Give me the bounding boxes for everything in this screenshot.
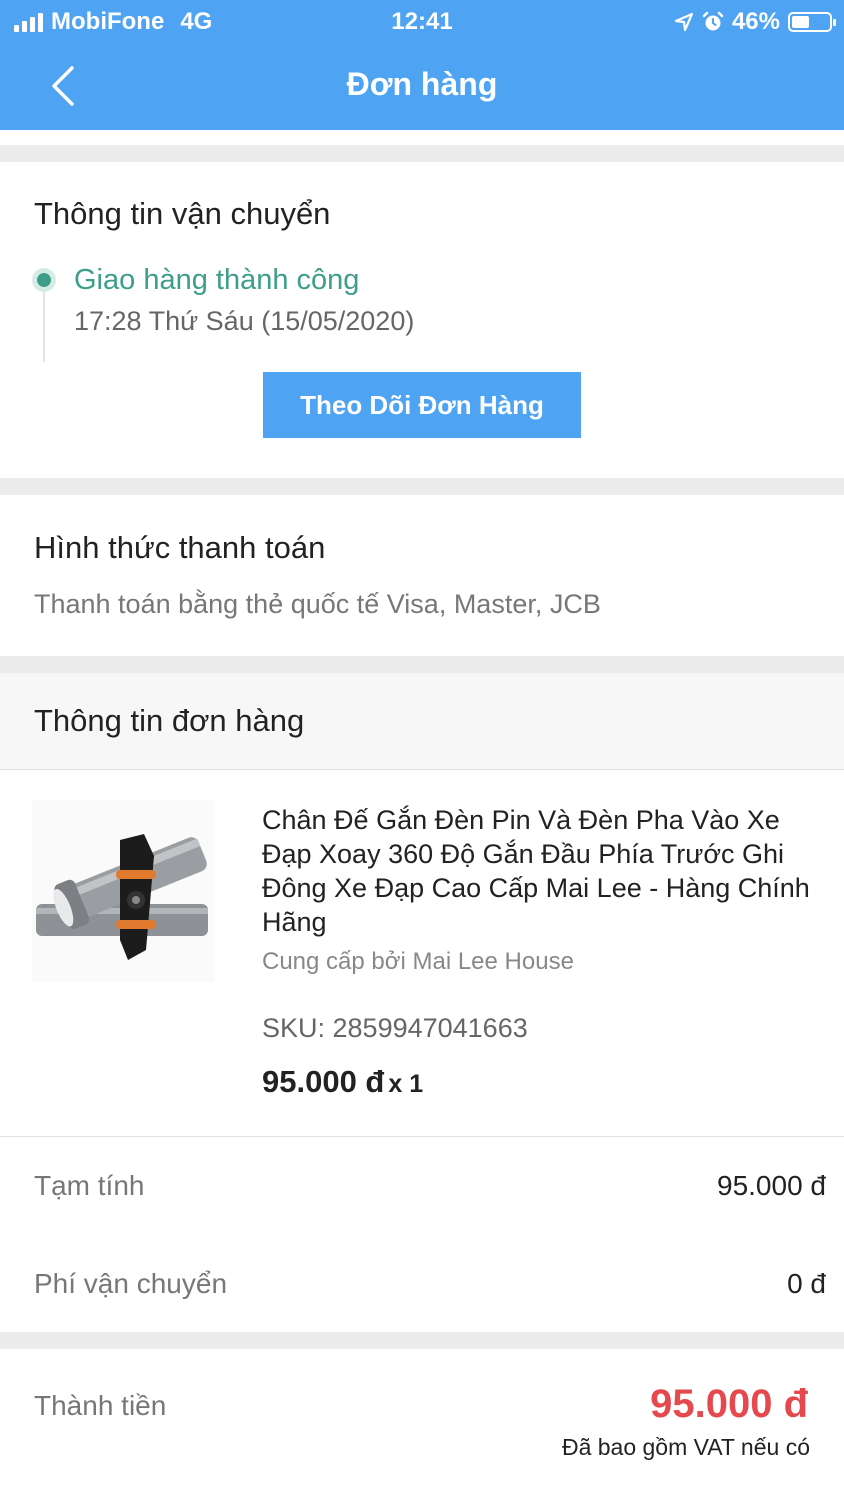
product-name[interactable]: Chân Đế Gắn Đèn Pin Và Đèn Pha Vào Xe Đạ… [262, 803, 834, 939]
navigation-bar: Đơn hàng [0, 42, 844, 130]
subtotal-value: 95.000 đ [717, 1170, 826, 1201]
product-sku: SKU: 2859947041663 [262, 1013, 528, 1043]
section-gap [0, 656, 844, 673]
order-section-header: Thông tin đơn hàng [0, 673, 844, 770]
product-quantity: x 1 [388, 1070, 424, 1098]
product-price-line: 95.000 đx 1 [262, 1064, 423, 1100]
product-price: 95.000 đ [262, 1064, 385, 1099]
timeline-line [43, 292, 45, 362]
payment-method: Thanh toán bằng thẻ quốc tế Visa, Master… [34, 589, 601, 619]
section-gap [0, 1332, 844, 1349]
payment-section-title: Hình thức thanh toán [34, 530, 326, 565]
status-dot-icon [32, 268, 56, 292]
divider [0, 1136, 844, 1137]
total-label: Thành tiền [34, 1390, 167, 1421]
shipping-datetime: 17:28 Thứ Sáu (15/05/2020) [74, 306, 415, 336]
page-title: Đơn hàng [346, 66, 498, 102]
flashlight-mount-image [36, 834, 208, 960]
shipping-fee-value: 0 đ [787, 1268, 826, 1299]
shipping-fee-label: Phí vận chuyển [34, 1268, 228, 1299]
product-seller: Cung cấp bởi Mai Lee House [262, 948, 574, 975]
section-gap [0, 145, 844, 162]
subtotal-label: Tạm tính [34, 1170, 145, 1201]
total-value: 95.000 đ [650, 1382, 808, 1426]
battery-fill [792, 16, 809, 28]
shipping-status: Giao hàng thành công [74, 264, 360, 296]
status-bar: MobiFone 4G 12:41 46% [0, 0, 844, 42]
section-gap [0, 478, 844, 495]
shipping-section-title: Thông tin vận chuyển [34, 196, 331, 231]
vat-note: Đã bao gồm VAT nếu có [561, 1434, 810, 1460]
product-image[interactable] [32, 800, 214, 982]
order-section-title: Thông tin đơn hàng [34, 703, 305, 738]
track-order-button[interactable]: Theo Dõi Đơn Hàng [263, 372, 581, 438]
battery-percent: 46% [731, 8, 780, 35]
status-bar-right: 46% [674, 8, 836, 36]
location-arrow-icon [674, 12, 694, 32]
battery-icon [788, 12, 836, 32]
alarm-icon [702, 11, 724, 31]
